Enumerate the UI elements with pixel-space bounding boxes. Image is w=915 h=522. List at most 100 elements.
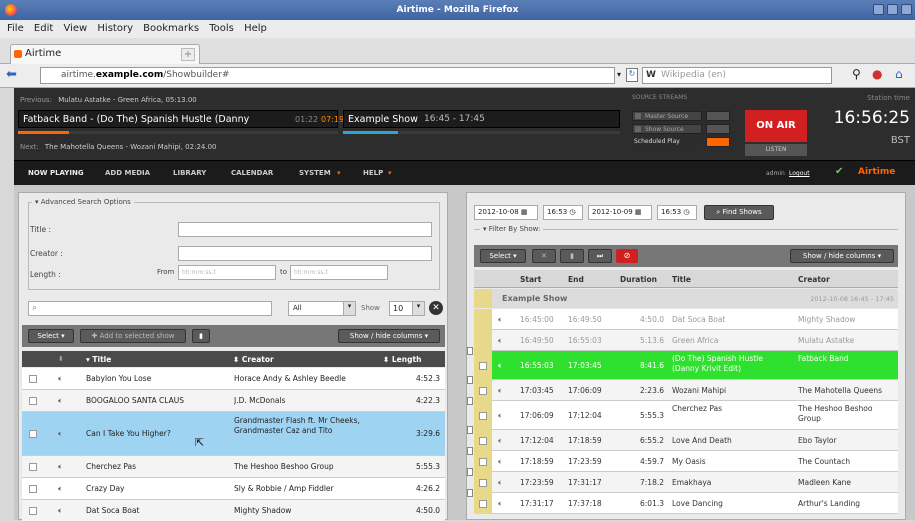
browser-tab-airtime[interactable]: Airtime + [10, 44, 200, 64]
menu-bookmarks[interactable]: Bookmarks [143, 23, 199, 34]
row-checkbox[interactable] [479, 478, 487, 487]
column-start[interactable]: Start [520, 275, 541, 284]
preview-speaker-icon[interactable]: 🔈︎ [58, 374, 63, 384]
library-filter-input[interactable]: ⌕ [28, 301, 272, 316]
column-end[interactable]: End [568, 275, 584, 284]
library-row[interactable]: 🔈︎ Dat Soca Boat Mighty Shadow 4:50.0 [22, 500, 445, 522]
preview-speaker-icon[interactable]: 🔈︎ [498, 336, 503, 346]
home-icon[interactable]: ⌂ [895, 67, 903, 81]
column-creator[interactable]: ⬍ Creator [233, 355, 274, 364]
preview-speaker-icon[interactable]: 🔈︎ [498, 386, 503, 396]
maximize-button[interactable] [887, 4, 898, 15]
menu-help[interactable]: Help [244, 23, 267, 34]
insert-marker-icon[interactable] [467, 347, 473, 355]
search-field[interactable]: W Wikipedia (en) [642, 67, 832, 84]
library-row[interactable]: 🔈︎ Cherchez Pas The Heshoo Beshoo Group 5:5… [22, 456, 445, 478]
new-tab-button[interactable]: + [181, 48, 195, 61]
reload-icon[interactable]: ↻ [626, 68, 638, 82]
nav-system[interactable]: SYSTEM [299, 169, 331, 177]
trash-icon[interactable]: ▮ [560, 249, 584, 263]
insert-marker-icon[interactable] [467, 447, 473, 455]
advanced-search-toggle[interactable]: ▾ Advanced Search Options [32, 198, 134, 206]
schedule-row[interactable]: 🔈︎ 17:31:17 17:37:18 6:01.3 Love Dancing Arth… [474, 493, 898, 514]
row-checkbox[interactable] [29, 430, 37, 438]
schedule-row[interactable]: 🔈︎ 17:18:59 17:23:59 4:59.7 My Oasis The Coun… [474, 451, 898, 472]
addon-icon[interactable]: ● [872, 67, 882, 81]
library-row[interactable]: 🔈︎ Crazy Day Sly & Robbie / Amp Fiddler 4:2… [22, 478, 445, 500]
cancel-icon[interactable]: ⊘ [616, 249, 638, 263]
length-from-input[interactable]: hh:mm:ss.t [178, 265, 276, 280]
row-checkbox[interactable] [479, 411, 487, 420]
nav-add-media[interactable]: ADD MEDIA [105, 169, 150, 177]
title-search-input[interactable] [178, 222, 432, 237]
row-checkbox[interactable] [29, 507, 37, 515]
schedule-row[interactable]: 🔈︎ 16:55:03 17:03:45 8:41.6 (Do The) Spanish… [474, 351, 898, 380]
nav-library[interactable]: LIBRARY [173, 169, 206, 177]
row-checkbox[interactable] [29, 397, 37, 405]
preview-speaker-icon[interactable]: 🔈︎ [498, 411, 503, 421]
time-to-input[interactable]: 16:53 ◷ [657, 205, 697, 220]
nav-calendar[interactable]: CALENDAR [231, 169, 273, 177]
binoculars-icon[interactable]: ⚲ [852, 67, 861, 81]
preview-speaker-icon[interactable]: 🔈︎ [58, 396, 63, 406]
nav-help[interactable]: HELP [363, 169, 383, 177]
library-row[interactable]: 🔈︎ Babylon You Lose Horace Andy & Ashley B… [22, 368, 445, 390]
insert-marker-icon[interactable] [467, 468, 473, 476]
menu-file[interactable]: File [7, 23, 24, 34]
library-row[interactable]: 🔈︎ Can I Take You Higher? Grandmaster Flas… [22, 412, 445, 456]
time-from-input[interactable]: 16:53 ◷ [543, 205, 583, 220]
insert-marker-icon[interactable] [467, 376, 473, 384]
nav-now-playing[interactable]: NOW PLAYING [28, 169, 84, 177]
row-checkbox[interactable] [479, 361, 487, 370]
date-to-input[interactable]: 2012-10-09 ▦ [588, 205, 652, 220]
delete-icon[interactable]: ▮ [192, 329, 210, 343]
preview-speaker-icon[interactable]: 🔈︎ [498, 436, 503, 446]
column-duration[interactable]: Duration [620, 275, 657, 284]
menu-history[interactable]: History [97, 23, 133, 34]
preview-speaker-icon[interactable]: 🔈︎ [58, 506, 63, 516]
preview-speaker-icon[interactable]: 🔈︎ [58, 462, 63, 472]
insert-marker-icon[interactable] [467, 397, 473, 405]
listen-button[interactable]: LISTEN [745, 144, 807, 156]
preview-speaker-icon[interactable]: 🔈︎ [58, 484, 63, 494]
skip-icon[interactable]: ⏭ [588, 249, 612, 263]
filter-by-show-toggle[interactable]: ▾ Filter By Show: [480, 225, 544, 233]
clear-filter-icon[interactable]: ✕ [429, 301, 443, 315]
library-select-button[interactable]: Select ▾ [28, 329, 74, 343]
row-checkbox[interactable] [479, 457, 487, 466]
menu-view[interactable]: View [63, 23, 87, 34]
scheduled-play-toggle[interactable] [706, 137, 730, 147]
preview-speaker-icon[interactable]: 🔈︎ [498, 457, 503, 467]
menu-edit[interactable]: Edit [34, 23, 53, 34]
library-row[interactable]: 🔈︎ BOOGALOO SANTA CLAUS J.D. McDonals 4:22.… [22, 390, 445, 412]
schedule-row[interactable]: 🔈︎ 16:45:00 16:49:50 4:50.0 Dat Soca Boat Mig… [474, 309, 898, 330]
column-creator-builder[interactable]: Creator [798, 275, 830, 284]
row-checkbox[interactable] [29, 485, 37, 493]
preview-speaker-icon[interactable]: 🔈︎ [498, 361, 503, 371]
remove-icon[interactable]: ✕ [532, 249, 556, 263]
row-checkbox[interactable] [479, 386, 487, 395]
column-title-builder[interactable]: Title [672, 275, 691, 284]
schedule-row[interactable]: 🔈︎ 17:03:45 17:06:09 2:23.6 Wozani Mahipi The… [474, 380, 898, 401]
page-size-select[interactable]: 10 ▾ [389, 301, 425, 316]
creator-search-input[interactable] [178, 246, 432, 261]
dropdown-arrow-icon[interactable]: ▾ [617, 70, 621, 79]
row-checkbox[interactable] [479, 499, 487, 508]
master-source-toggle[interactable] [706, 111, 730, 121]
preview-speaker-icon[interactable]: 🔈︎ [498, 315, 503, 325]
back-arrow-icon[interactable]: ⬅ [6, 68, 17, 82]
preview-speaker-icon[interactable]: 🔈︎ [498, 478, 503, 488]
row-checkbox[interactable] [479, 436, 487, 445]
row-checkbox[interactable] [29, 463, 37, 471]
length-to-input[interactable]: hh:mm:ss.t [290, 265, 388, 280]
minimize-button[interactable] [873, 4, 884, 15]
schedule-row[interactable]: 🔈︎ 16:49:50 16:55:03 5:13.6 Green Africa Mula… [474, 330, 898, 351]
date-from-input[interactable]: 2012-10-08 ▦ [474, 205, 538, 220]
row-checkbox[interactable] [29, 375, 37, 383]
logout-link[interactable]: Logout [789, 170, 810, 177]
show-source-toggle[interactable] [706, 124, 730, 134]
builder-show-hide-columns[interactable]: Show / hide columns ▾ [790, 249, 894, 263]
preview-speaker-icon[interactable]: 🔈︎ [58, 429, 63, 439]
insert-marker-icon[interactable] [467, 489, 473, 497]
library-type-select[interactable]: All ▾ [288, 301, 356, 316]
